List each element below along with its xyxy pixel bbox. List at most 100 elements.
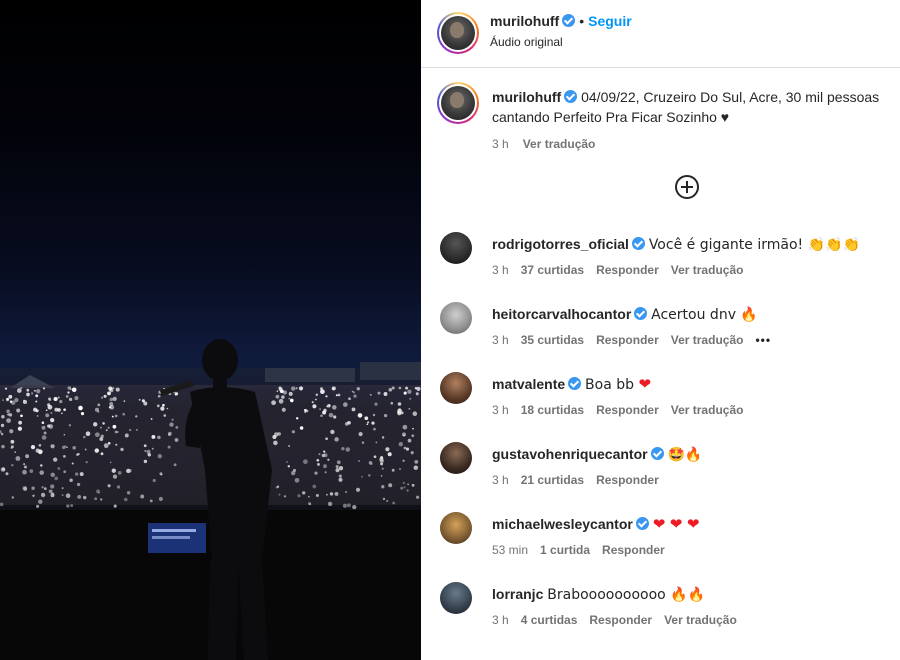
load-more-comments-plus-circle-icon[interactable] bbox=[675, 175, 699, 199]
translate-link[interactable]: Ver tradução bbox=[671, 403, 744, 417]
phone-light bbox=[36, 414, 39, 417]
commenter-avatar[interactable] bbox=[440, 372, 472, 404]
reply-button[interactable]: Responder bbox=[596, 263, 659, 277]
phone-light bbox=[101, 396, 104, 399]
commenter-username[interactable]: heitorcarvalhocantor bbox=[492, 306, 631, 322]
commenter-username[interactable]: rodrigotorres_oficial bbox=[492, 236, 629, 252]
author-username[interactable]: murilohuff bbox=[490, 13, 559, 29]
phone-light bbox=[78, 405, 83, 411]
phone-light bbox=[407, 389, 412, 394]
phone-light bbox=[7, 413, 10, 416]
reply-button[interactable]: Responder bbox=[596, 473, 659, 487]
phone-light bbox=[333, 415, 337, 419]
phone-light bbox=[290, 386, 296, 391]
phone-light bbox=[332, 405, 337, 410]
phone-light bbox=[36, 389, 41, 394]
phone-light bbox=[409, 397, 412, 400]
phone-light bbox=[107, 391, 111, 396]
reply-button[interactable]: Responder bbox=[596, 333, 659, 347]
phone-light bbox=[169, 422, 174, 427]
comment-body: matvalente Boa bb ❤ 3 h 18 curtidas Respond… bbox=[492, 375, 892, 417]
phone-light bbox=[35, 400, 38, 403]
phone-light bbox=[315, 393, 318, 396]
phone-light bbox=[416, 386, 421, 391]
commenter-avatar[interactable] bbox=[440, 512, 472, 544]
phone-light bbox=[4, 387, 8, 390]
comment-line: gustavohenriquecantor 🤩🔥 bbox=[492, 445, 892, 464]
phone-light bbox=[402, 424, 408, 430]
commenter-avatar[interactable] bbox=[440, 232, 472, 264]
comment-likes[interactable]: 4 curtidas bbox=[521, 613, 578, 627]
reply-button[interactable]: Responder bbox=[602, 543, 665, 557]
caption-author-avatar[interactable] bbox=[437, 82, 479, 124]
phone-light bbox=[67, 391, 70, 394]
translate-link[interactable]: Ver tradução bbox=[671, 333, 744, 347]
verified-badge-icon bbox=[631, 237, 645, 250]
author-avatar[interactable] bbox=[437, 12, 479, 54]
comment-line: matvalente Boa bb ❤ bbox=[492, 375, 892, 394]
phone-light bbox=[371, 421, 375, 425]
comment-text: ❤ ❤ ❤ bbox=[652, 515, 700, 533]
verified-badge-icon bbox=[568, 377, 582, 390]
commenter-username[interactable]: michaelwesleycantor bbox=[492, 516, 633, 532]
comment-time: 3 h bbox=[492, 613, 509, 627]
phone-light bbox=[109, 397, 114, 402]
follow-button[interactable]: Seguir bbox=[588, 13, 632, 29]
phone-light bbox=[122, 412, 125, 416]
phone-light bbox=[22, 399, 28, 405]
audio-label[interactable]: Áudio original bbox=[490, 35, 563, 49]
phone-light bbox=[31, 392, 34, 395]
caption-username[interactable]: murilohuff bbox=[492, 89, 561, 105]
phone-light bbox=[123, 400, 126, 402]
phone-light bbox=[328, 404, 331, 407]
comment-likes[interactable]: 37 curtidas bbox=[521, 263, 584, 277]
commenter-username[interactable]: matvalente bbox=[492, 376, 565, 392]
commenter-avatar[interactable] bbox=[440, 442, 472, 474]
phone-light bbox=[99, 426, 102, 429]
phone-light bbox=[114, 414, 118, 418]
phone-light bbox=[281, 395, 285, 399]
phone-light bbox=[108, 386, 113, 391]
post-photo[interactable] bbox=[0, 0, 421, 660]
comment-item: matvalente Boa bb ❤ 3 h 18 curtidas Respond… bbox=[421, 372, 900, 432]
phone-light bbox=[174, 393, 178, 396]
phone-light bbox=[63, 408, 66, 412]
translate-link[interactable]: Ver tradução bbox=[664, 613, 737, 627]
comment-line: michaelwesleycantor ❤ ❤ ❤ bbox=[492, 515, 892, 534]
phone-light bbox=[322, 410, 327, 415]
comment-body: gustavohenriquecantor 🤩🔥 3 h 21 curtidas Re… bbox=[492, 445, 892, 487]
comment-likes[interactable]: 35 curtidas bbox=[521, 333, 584, 347]
phone-light bbox=[16, 408, 21, 413]
phone-light bbox=[141, 399, 145, 403]
commenter-avatar[interactable] bbox=[440, 582, 472, 614]
comment-body: heitorcarvalhocantor Acertou dnv 🔥 3 h 35 … bbox=[492, 305, 892, 347]
phone-light bbox=[8, 394, 13, 399]
phone-light bbox=[372, 413, 376, 417]
phone-light bbox=[412, 427, 414, 430]
phone-light bbox=[109, 404, 115, 410]
translate-link[interactable]: Ver tradução bbox=[671, 263, 744, 277]
commenter-avatar[interactable] bbox=[440, 302, 472, 334]
comment-body: rodrigotorres_oficial Você é gigante irm… bbox=[492, 235, 892, 277]
phone-light bbox=[48, 398, 52, 402]
phone-light bbox=[171, 418, 174, 421]
phone-light bbox=[6, 409, 10, 414]
comment-likes[interactable]: 18 curtidas bbox=[521, 403, 584, 417]
more-options-icon[interactable]: ••• bbox=[755, 333, 771, 347]
phone-light bbox=[59, 400, 63, 404]
reply-button[interactable]: Responder bbox=[596, 403, 659, 417]
comment-text: Braboooooooooo 🔥🔥 bbox=[547, 587, 706, 603]
phone-light bbox=[298, 386, 304, 391]
comment-likes[interactable]: 1 curtida bbox=[540, 543, 590, 557]
commenter-username[interactable]: lorranjc bbox=[492, 586, 543, 602]
phone-light bbox=[351, 390, 354, 393]
phone-light bbox=[107, 426, 110, 429]
reply-button[interactable]: Responder bbox=[589, 613, 652, 627]
phone-light bbox=[303, 408, 307, 412]
phone-light bbox=[26, 388, 30, 392]
commenter-username[interactable]: gustavohenriquecantor bbox=[492, 446, 648, 462]
caption-translate-link[interactable]: Ver tradução bbox=[523, 137, 596, 151]
phone-light bbox=[97, 410, 100, 413]
comment-likes[interactable]: 21 curtidas bbox=[521, 473, 584, 487]
phone-light bbox=[33, 407, 38, 412]
